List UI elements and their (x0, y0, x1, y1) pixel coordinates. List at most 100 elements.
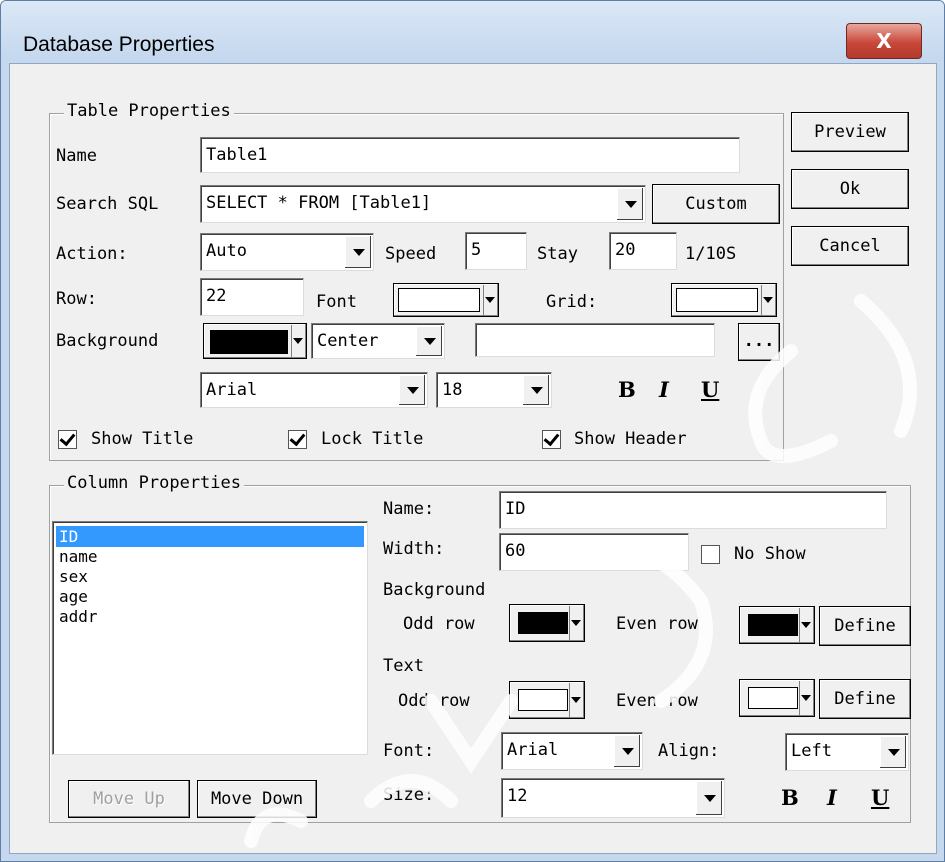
italic-button[interactable]: I (659, 377, 669, 402)
speed-input[interactable]: 5 (465, 232, 527, 270)
column-text-label: Text (383, 656, 424, 676)
bg-odd-color-swatch (518, 612, 568, 634)
bg-even-color-picker[interactable] (739, 606, 815, 644)
background-image-path-input[interactable] (475, 323, 715, 357)
column-properties-legend: Column Properties (64, 473, 244, 493)
show-header-label: Show Header (574, 429, 687, 449)
window-title: Database Properties (23, 33, 215, 56)
table-name-input[interactable]: Table1 (200, 137, 740, 173)
row-input[interactable]: 22 (200, 278, 304, 316)
column-width-label: Width: (383, 539, 445, 559)
text-odd-color-picker[interactable] (509, 681, 585, 719)
show-title-label: Show Title (91, 429, 194, 449)
font-size-value: 18 (442, 380, 463, 400)
column-size-label: Size: (383, 785, 435, 805)
column-background-label: Background (383, 580, 486, 600)
preview-button[interactable]: Preview (791, 112, 909, 152)
stay-input[interactable]: 20 (609, 232, 677, 270)
text-odd-color-swatch (518, 689, 568, 711)
list-item[interactable]: ID (56, 526, 364, 547)
background-align-combo[interactable]: Center (311, 323, 445, 359)
text-even-row-label: Even row (616, 691, 698, 711)
ok-button[interactable]: Ok (791, 169, 909, 209)
show-header-checkbox[interactable] (542, 430, 561, 449)
column-font-label: Font: (383, 741, 435, 761)
text-odd-row-label: Odd row (398, 691, 470, 711)
column-italic-button[interactable]: I (827, 785, 837, 810)
stay-label: Stay (537, 244, 578, 264)
move-down-button[interactable]: Move Down (197, 780, 317, 818)
show-title-checkbox[interactable] (58, 430, 77, 449)
column-name-input[interactable]: ID (499, 491, 887, 529)
font-size-combo[interactable]: 18 (436, 372, 552, 408)
column-list[interactable]: ID name sex age addr (52, 521, 368, 755)
search-sql-value: SELECT * FROM [Table1] (206, 193, 432, 213)
column-font-value: Arial (507, 740, 559, 760)
font-color-label: Font (316, 292, 357, 312)
bg-odd-color-picker[interactable] (509, 604, 585, 642)
column-font-combo[interactable]: Arial (501, 732, 643, 770)
background-align-value: Center (317, 331, 379, 351)
move-up-button[interactable]: Move Up (68, 780, 190, 818)
column-align-label: Align: (658, 741, 720, 761)
search-sql-label: Search SQL (56, 194, 159, 214)
lock-title-label: Lock Title (321, 429, 424, 449)
chevron-down-icon[interactable] (399, 375, 425, 405)
chevron-down-icon[interactable] (880, 736, 906, 768)
bg-even-row-label: Even row (616, 614, 698, 634)
column-underline-button[interactable]: U (871, 785, 889, 810)
background-color-swatch (210, 330, 288, 354)
font-color-swatch (398, 288, 480, 312)
grid-color-label: Grid: (546, 292, 598, 312)
row-label: Row: (56, 289, 97, 309)
column-align-value: Left (791, 741, 832, 761)
grid-color-swatch (676, 288, 758, 312)
grid-color-picker[interactable] (671, 283, 777, 317)
cancel-button[interactable]: Cancel (791, 226, 909, 266)
list-item[interactable]: addr (56, 606, 364, 627)
action-label: Action: (56, 244, 128, 264)
action-combo[interactable]: Auto (200, 233, 374, 271)
no-show-checkbox[interactable] (701, 545, 720, 564)
chevron-down-icon[interactable] (345, 236, 371, 268)
background-label: Background (56, 331, 159, 351)
font-color-picker[interactable] (393, 283, 499, 317)
stay-unit-label: 1/10S (685, 244, 737, 264)
speed-label: Speed (385, 244, 437, 264)
column-size-value: 12 (507, 786, 528, 806)
chevron-down-icon[interactable] (696, 781, 722, 815)
bg-even-color-swatch (748, 614, 798, 636)
table-name-label: Name (56, 146, 97, 166)
action-value: Auto (206, 241, 247, 261)
close-button[interactable]: X (846, 23, 922, 59)
font-family-combo[interactable]: Arial (200, 372, 428, 408)
column-align-combo[interactable]: Left (785, 733, 909, 771)
no-show-label: No Show (734, 544, 806, 564)
chevron-down-icon[interactable] (614, 735, 640, 767)
background-color-picker[interactable] (203, 323, 307, 359)
font-family-value: Arial (206, 380, 258, 400)
column-name-label: Name: (383, 499, 435, 519)
underline-button[interactable]: U (701, 377, 719, 402)
bg-odd-row-label: Odd row (403, 614, 475, 634)
text-define-button[interactable]: Define (819, 679, 911, 719)
lock-title-checkbox[interactable] (288, 430, 307, 449)
chevron-down-icon[interactable] (416, 326, 442, 356)
list-item[interactable]: age (56, 586, 364, 607)
bold-button[interactable]: B (618, 377, 636, 402)
text-even-color-swatch (748, 687, 798, 709)
table-properties-legend: Table Properties (64, 101, 234, 121)
dialog-window: Database Properties X Preview Ok Cancel … (0, 0, 945, 862)
text-even-color-picker[interactable] (739, 679, 815, 717)
search-sql-combo[interactable]: SELECT * FROM [Table1] (200, 185, 646, 223)
column-size-combo[interactable]: 12 (501, 778, 725, 818)
list-item[interactable]: sex (56, 566, 364, 587)
column-bold-button[interactable]: B (781, 785, 799, 810)
chevron-down-icon[interactable] (617, 188, 643, 220)
bg-define-button[interactable]: Define (819, 606, 911, 646)
column-width-input[interactable]: 60 (499, 533, 689, 571)
list-item[interactable]: name (56, 546, 364, 567)
chevron-down-icon[interactable] (523, 375, 549, 405)
custom-button[interactable]: Custom (652, 184, 780, 224)
browse-button[interactable]: ... (738, 323, 780, 361)
